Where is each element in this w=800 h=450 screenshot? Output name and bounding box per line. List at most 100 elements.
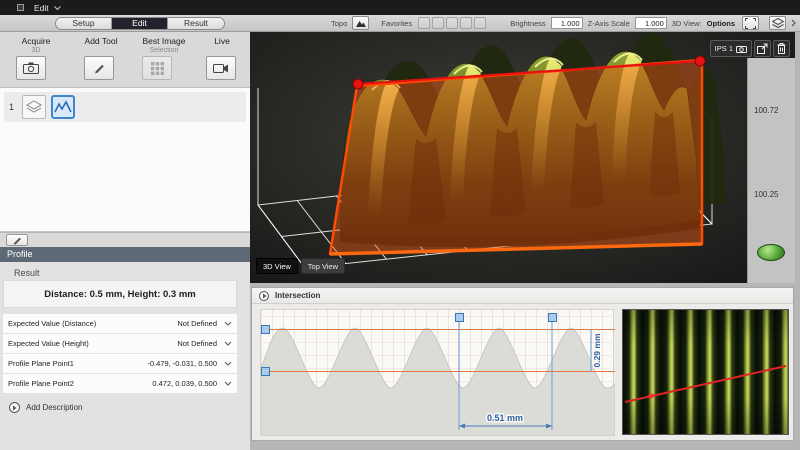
favorite-slot-4[interactable] bbox=[460, 17, 472, 29]
chevron-down-icon[interactable] bbox=[224, 341, 232, 346]
profile-curve bbox=[261, 328, 615, 436]
add-tool-button[interactable] bbox=[84, 56, 114, 80]
topo-button[interactable] bbox=[352, 16, 369, 30]
acquire-sublabel: 3D bbox=[12, 47, 60, 54]
favorite-slot-2[interactable] bbox=[432, 17, 444, 29]
property-row-expected-distance[interactable]: Expected Value (Distance) Not Defined bbox=[3, 314, 237, 333]
profile-section-header: Profile bbox=[0, 247, 250, 262]
add-tool-label: Add Tool bbox=[74, 36, 128, 46]
ips-capture-button[interactable]: IPS 1 bbox=[710, 40, 752, 57]
layers-tile[interactable] bbox=[22, 95, 46, 119]
favorites-slots bbox=[418, 17, 486, 29]
trash-icon bbox=[777, 43, 786, 54]
profile-tool-tile[interactable] bbox=[51, 95, 75, 119]
handle-distance-right[interactable] bbox=[549, 314, 557, 322]
profile-peaks-icon bbox=[54, 100, 72, 114]
live-label: Live bbox=[202, 36, 242, 46]
export-button[interactable] bbox=[754, 40, 771, 57]
menu-edit[interactable]: Edit bbox=[34, 3, 61, 13]
brightness-input[interactable]: 1.000 bbox=[551, 17, 583, 29]
annotation-bar bbox=[0, 232, 250, 247]
tab-setup[interactable]: Setup bbox=[56, 18, 112, 29]
result-summary: Distance: 0.5 mm, Height: 0.3 mm bbox=[3, 280, 237, 308]
intersection-panel: Intersection 0.51 mm 0.29 mm bbox=[251, 287, 794, 441]
handle-height-top[interactable] bbox=[262, 326, 270, 334]
add-description-label: Add Description bbox=[26, 403, 82, 412]
view-3d-button[interactable]: 3D View bbox=[256, 258, 298, 274]
z-axis-label: Z-Axis Scale bbox=[588, 19, 630, 28]
view-toggle: 3D View Top View bbox=[256, 258, 345, 274]
profile-chart[interactable]: 0.51 mm 0.29 mm bbox=[260, 309, 614, 435]
export-icon bbox=[757, 43, 768, 54]
favorites-label: Favorites bbox=[381, 19, 412, 28]
view-3d-label: 3D View: bbox=[672, 19, 702, 28]
result-label: Result bbox=[14, 268, 40, 278]
layers-icon bbox=[772, 18, 784, 29]
favorite-slot-5[interactable] bbox=[474, 17, 486, 29]
best-image-button[interactable] bbox=[142, 56, 172, 80]
chevron-right-icon[interactable] bbox=[791, 19, 796, 27]
delete-button[interactable] bbox=[773, 40, 790, 57]
property-row-plane-point2[interactable]: Profile Plane Point2 0.472, 0.039, 0.500 bbox=[3, 374, 237, 393]
profile-point-marker bbox=[648, 393, 653, 398]
topo-label: Topo bbox=[331, 19, 347, 28]
chevron-down-icon[interactable] bbox=[224, 361, 232, 366]
application-window: Edit Setup Edit Result Topo Favorites Br… bbox=[0, 0, 800, 450]
property-row-expected-height[interactable]: Expected Value (Height) Not Defined bbox=[3, 334, 237, 353]
edit-annotation-button[interactable] bbox=[6, 234, 28, 246]
section-expand-icon[interactable] bbox=[259, 291, 269, 301]
handle-distance-left[interactable] bbox=[456, 314, 464, 322]
camera-icon bbox=[23, 62, 39, 74]
menubar: Edit bbox=[0, 0, 800, 15]
property-value: -0.479, -0.031, 0.500 bbox=[147, 359, 217, 368]
acquire-label: Acquire bbox=[12, 36, 60, 46]
handle-height-bottom[interactable] bbox=[262, 368, 270, 376]
property-rows: Expected Value (Distance) Not Defined Ex… bbox=[3, 314, 237, 394]
fullscreen-button[interactable] bbox=[742, 16, 759, 30]
chevron-down-icon[interactable] bbox=[224, 381, 232, 386]
dataset-list: 1 bbox=[0, 88, 250, 232]
profile-section-body: Result Distance: 0.5 mm, Height: 0.3 mm … bbox=[0, 262, 250, 450]
viewport-3d[interactable]: 100.72 100.25 IPS 1 3D View Top View bbox=[250, 32, 795, 283]
profile-endpoint-right[interactable] bbox=[695, 56, 705, 66]
property-label: Expected Value (Height) bbox=[8, 339, 89, 348]
left-panel: Acquire 3D Add Tool Best Image Selection… bbox=[0, 32, 250, 450]
acquire-3d-button[interactable] bbox=[16, 56, 46, 80]
property-label: Profile Plane Point2 bbox=[8, 379, 74, 388]
chevron-down-icon[interactable] bbox=[224, 321, 232, 326]
brightness-label: Brightness bbox=[510, 19, 545, 28]
mountain-icon bbox=[355, 19, 367, 28]
favorite-slot-3[interactable] bbox=[446, 17, 458, 29]
main-toolbar: Setup Edit Result Topo Favorites Brightn… bbox=[0, 15, 800, 32]
distance-measurement-label: 0.51 mm bbox=[487, 413, 523, 423]
intersection-title: Intersection bbox=[275, 291, 320, 300]
viewport-buttons: IPS 1 bbox=[710, 40, 790, 57]
dataset-number: 1 bbox=[9, 102, 17, 112]
ips-label: IPS 1 bbox=[715, 44, 733, 53]
layers-button[interactable] bbox=[769, 16, 786, 30]
property-label: Expected Value (Distance) bbox=[8, 319, 96, 328]
video-camera-icon bbox=[213, 63, 229, 74]
property-value: Not Defined bbox=[177, 339, 217, 348]
dataset-row[interactable]: 1 bbox=[4, 92, 246, 122]
property-row-plane-point1[interactable]: Profile Plane Point1 -0.479, -0.031, 0.5… bbox=[3, 354, 237, 373]
orientation-orb[interactable] bbox=[757, 244, 785, 261]
3d-scene[interactable] bbox=[250, 32, 795, 283]
layers-icon bbox=[26, 100, 42, 114]
tab-edit[interactable]: Edit bbox=[112, 18, 168, 29]
tab-result[interactable]: Result bbox=[168, 18, 224, 29]
profile-endpoint-left[interactable] bbox=[353, 79, 363, 89]
grid-icon bbox=[151, 62, 164, 75]
view-3d-options-dropdown[interactable]: Options bbox=[707, 19, 735, 28]
add-description-button[interactable]: Add Description bbox=[9, 402, 82, 413]
z-scale-strip: 100.72 100.25 bbox=[747, 58, 795, 283]
camera-thumbnail bbox=[622, 309, 789, 435]
z-scale-top-value: 100.72 bbox=[754, 106, 778, 115]
favorite-slot-1[interactable] bbox=[418, 17, 430, 29]
profile-plane[interactable] bbox=[330, 60, 702, 254]
view-top-button[interactable]: Top View bbox=[301, 258, 345, 274]
z-axis-input[interactable]: 1.000 bbox=[635, 17, 667, 29]
camera-icon bbox=[736, 45, 747, 53]
property-label: Profile Plane Point1 bbox=[8, 359, 74, 368]
live-button[interactable] bbox=[206, 56, 236, 80]
